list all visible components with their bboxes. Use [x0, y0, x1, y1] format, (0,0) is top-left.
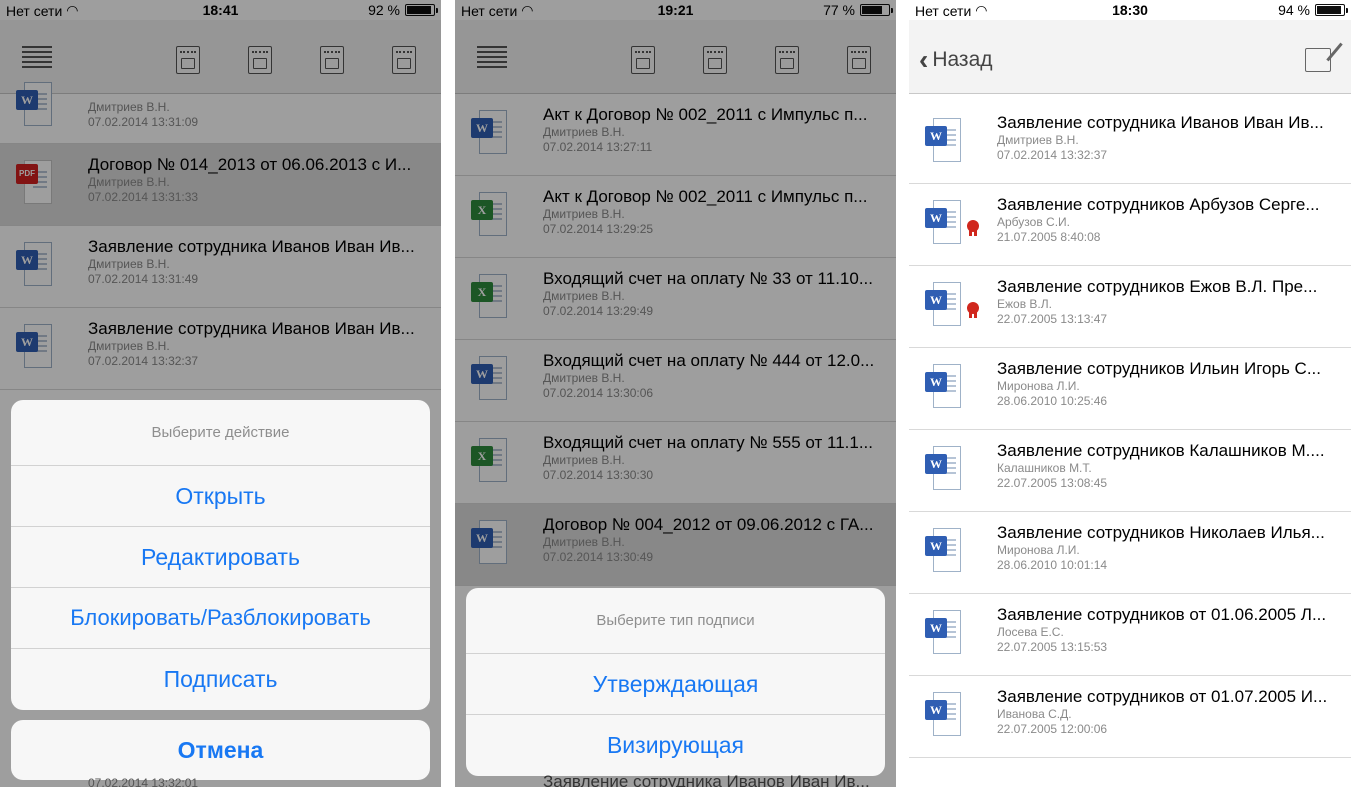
signature-badge-icon	[967, 220, 979, 236]
document-date: 22.07.2005 13:15:53	[997, 640, 1108, 654]
document-row[interactable]: W Заявление сотрудников Ильин Игорь С...…	[909, 348, 1351, 430]
document-row[interactable]: W Заявление сотрудников от 01.07.2005 И.…	[909, 676, 1351, 758]
document-title: Заявление сотрудников Калашников М....	[997, 441, 1325, 460]
document-author: Арбузов С.И.	[997, 215, 1070, 229]
approving-signature-button[interactable]: Утверждающая	[466, 654, 885, 715]
document-title: Заявление сотрудников Арбузов Серге...	[997, 195, 1320, 214]
document-row[interactable]: W Заявление сотрудников Николаев Илья...…	[909, 512, 1351, 594]
sign-button[interactable]: Подписать	[11, 649, 430, 710]
document-author: Миронова Л.И.	[997, 379, 1080, 393]
word-file-icon: W	[923, 116, 963, 166]
document-title: Заявление сотрудника Иванов Иван Ив...	[997, 113, 1324, 132]
battery-icon	[1315, 4, 1348, 16]
document-author: Лосева Е.С.	[997, 625, 1064, 639]
document-row[interactable]: W Заявление сотрудника Иванов Иван Ив...…	[909, 102, 1351, 184]
document-date: 22.07.2005 13:13:47	[997, 312, 1108, 326]
signature-type-sheet: Выберите тип подписи Утверждающая Визиру…	[466, 588, 885, 776]
document-date: 28.06.2010 10:01:14	[997, 558, 1108, 572]
word-file-icon: W	[923, 690, 963, 740]
battery-percent: 94 %	[1278, 2, 1310, 18]
document-author: Дмитриев В.Н.	[997, 133, 1079, 147]
document-date: 28.06.2010 10:25:46	[997, 394, 1108, 408]
document-author: Ежов В.Л.	[997, 297, 1052, 311]
back-button[interactable]: ‹ Назад	[919, 44, 993, 75]
action-sheet-title: Выберите действие	[11, 400, 430, 466]
battery: 94 %	[1278, 2, 1348, 18]
cancel-button[interactable]: Отмена	[11, 720, 430, 780]
word-file-icon: W	[923, 608, 963, 658]
status-bar: Нет сети ◠ 18:30 94 %	[909, 0, 1351, 20]
screen-document-list: Нет сети ◠ 18:30 94 % ‹ Назад W Заявление …	[909, 0, 1351, 787]
chevron-left-icon: ‹	[919, 44, 929, 75]
document-title: Заявление сотрудников от 01.07.2005 И...	[997, 687, 1328, 706]
signature-badge-icon	[967, 302, 979, 318]
action-sheet: Выберите действие Открыть Редактировать …	[11, 400, 430, 710]
document-row[interactable]: W Заявление сотрудников от 01.06.2005 Л.…	[909, 594, 1351, 676]
word-file-icon: W	[923, 444, 963, 494]
screen-signature-type: Нет сети ◠ 19:21 77 % W Акт к Договор № 0…	[455, 0, 896, 787]
document-title: Заявление сотрудников Николаев Илья...	[997, 523, 1325, 542]
document-author: Миронова Л.И.	[997, 543, 1080, 557]
document-date: 22.07.2005 12:00:06	[997, 722, 1108, 736]
edit-button[interactable]: Редактировать	[11, 527, 430, 588]
open-button[interactable]: Открыть	[11, 466, 430, 527]
navigation-bar: ‹ Назад	[909, 20, 1351, 94]
document-row[interactable]: W Заявление сотрудников Арбузов Серге...…	[909, 184, 1351, 266]
document-date: 22.07.2005 13:08:45	[997, 476, 1108, 490]
document-author: Иванова С.Д.	[997, 707, 1072, 721]
lock-unlock-button[interactable]: Блокировать/Разблокировать	[11, 588, 430, 649]
compose-icon[interactable]	[1305, 48, 1331, 72]
document-date: 21.07.2005 8:40:08	[997, 230, 1101, 244]
document-list: W Заявление сотрудника Иванов Иван Ив...…	[909, 102, 1351, 758]
word-file-icon: W	[923, 280, 963, 330]
back-label: Назад	[932, 48, 993, 71]
action-sheet-title: Выберите тип подписи	[466, 588, 885, 654]
document-title: Заявление сотрудников Ильин Игорь С...	[997, 359, 1321, 378]
endorsing-signature-button[interactable]: Визирующая	[466, 715, 885, 776]
word-file-icon: W	[923, 526, 963, 576]
document-author: Калашников М.Т.	[997, 461, 1092, 475]
screen-document-actions: Нет сети ◠ 18:41 92 % W Дмитриев В.Н. 07.…	[0, 0, 441, 787]
document-title: Заявление сотрудника Иванов Иван Ив...	[543, 772, 870, 787]
word-file-icon: W	[923, 362, 963, 412]
document-row[interactable]: W Заявление сотрудников Ежов В.Л. Пре...…	[909, 266, 1351, 348]
document-date: 07.02.2014 13:32:01	[88, 776, 199, 787]
document-row[interactable]: W Заявление сотрудников Калашников М....…	[909, 430, 1351, 512]
document-title: Заявление сотрудников от 01.06.2005 Л...	[997, 605, 1327, 624]
document-date: 07.02.2014 13:32:37	[997, 148, 1108, 162]
document-title: Заявление сотрудников Ежов В.Л. Пре...	[997, 277, 1318, 296]
word-file-icon: W	[923, 198, 963, 248]
